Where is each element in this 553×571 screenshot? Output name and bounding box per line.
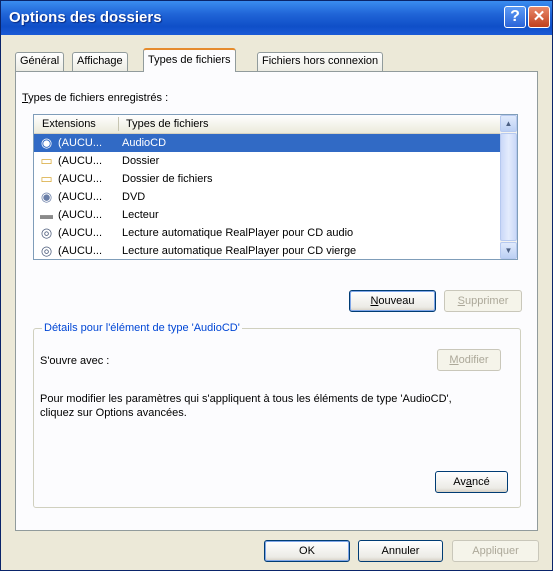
registered-types-label: Types de fichiers enregistrés : — [22, 92, 169, 104]
list-header: Extensions Types de fichiers — [34, 115, 500, 134]
list-item[interactable]: ◎ (AUCU... Lecture automatique RealPlaye… — [34, 224, 500, 242]
list-item[interactable]: ▭ (AUCU... Dossier — [34, 152, 500, 170]
delete-button[interactable]: Supprimer — [444, 290, 522, 312]
column-divider[interactable] — [118, 117, 119, 131]
drive-icon: ▬ — [40, 207, 53, 222]
modify-button[interactable]: Modifier — [437, 349, 501, 371]
file-types-panel: Types de fichiers enregistrés : Extensio… — [15, 71, 538, 531]
details-legend: Détails pour l'élément de type 'AudioCD' — [42, 322, 242, 334]
list-item[interactable]: ◎ (AUCU... Lecture automatique RealPlaye… — [34, 242, 500, 259]
close-button[interactable]: ✕ — [528, 6, 550, 28]
folder-icon: ▭ — [40, 153, 53, 168]
details-description-line1: Pour modifier les paramètres qui s'appli… — [40, 393, 452, 405]
scroll-up-icon[interactable]: ▲ — [500, 115, 517, 132]
new-button[interactable]: Nouveau — [349, 290, 436, 312]
help-button[interactable]: ? — [504, 6, 526, 28]
opens-with-label: S'ouvre avec : — [40, 355, 110, 367]
details-description-line2: cliquez sur Options avancées. — [40, 407, 187, 419]
tab-file-types[interactable]: Types de fichiers — [143, 48, 236, 72]
scroll-down-icon[interactable]: ▼ — [500, 242, 517, 259]
details-groupbox: Détails pour l'élément de type 'AudioCD'… — [33, 322, 521, 508]
list-item[interactable]: ◉ (AUCU... AudioCD — [34, 134, 500, 152]
advanced-button[interactable]: Avancé — [435, 471, 508, 493]
ok-button[interactable]: OK — [264, 540, 350, 562]
tab-offline-files[interactable]: Fichiers hors connexion — [257, 52, 384, 71]
list-item[interactable]: ◉ (AUCU... DVD — [34, 188, 500, 206]
file-types-list[interactable]: Extensions Types de fichiers ◉ (AUCU... … — [33, 114, 518, 260]
apply-button[interactable]: Appliquer — [452, 540, 539, 562]
tab-general[interactable]: Général — [15, 52, 65, 71]
audio-cd-icon: ◉ — [40, 135, 53, 150]
cancel-button[interactable]: Annuler — [358, 540, 443, 562]
list-scrollbar[interactable]: ▲ ▼ — [500, 115, 517, 259]
realplayer-icon: ◎ — [40, 225, 53, 240]
list-item[interactable]: ▬ (AUCU... Lecteur — [34, 206, 500, 224]
folder-icon: ▭ — [40, 171, 53, 186]
window-title: Options des dossiers — [9, 9, 162, 26]
column-types[interactable]: Types de fichiers — [126, 118, 209, 130]
title-bar[interactable]: Options des dossiers ? ✕ — [1, 1, 552, 35]
realplayer-icon: ◎ — [40, 243, 53, 258]
folder-options-window: Options des dossiers ? ✕ Général Afficha… — [0, 0, 553, 571]
list-item[interactable]: ▭ (AUCU... Dossier de fichiers — [34, 170, 500, 188]
column-extensions[interactable]: Extensions — [42, 118, 96, 130]
dvd-icon: ◉ — [40, 189, 53, 204]
tab-display[interactable]: Affichage — [72, 52, 128, 71]
scroll-thumb[interactable] — [500, 133, 517, 241]
